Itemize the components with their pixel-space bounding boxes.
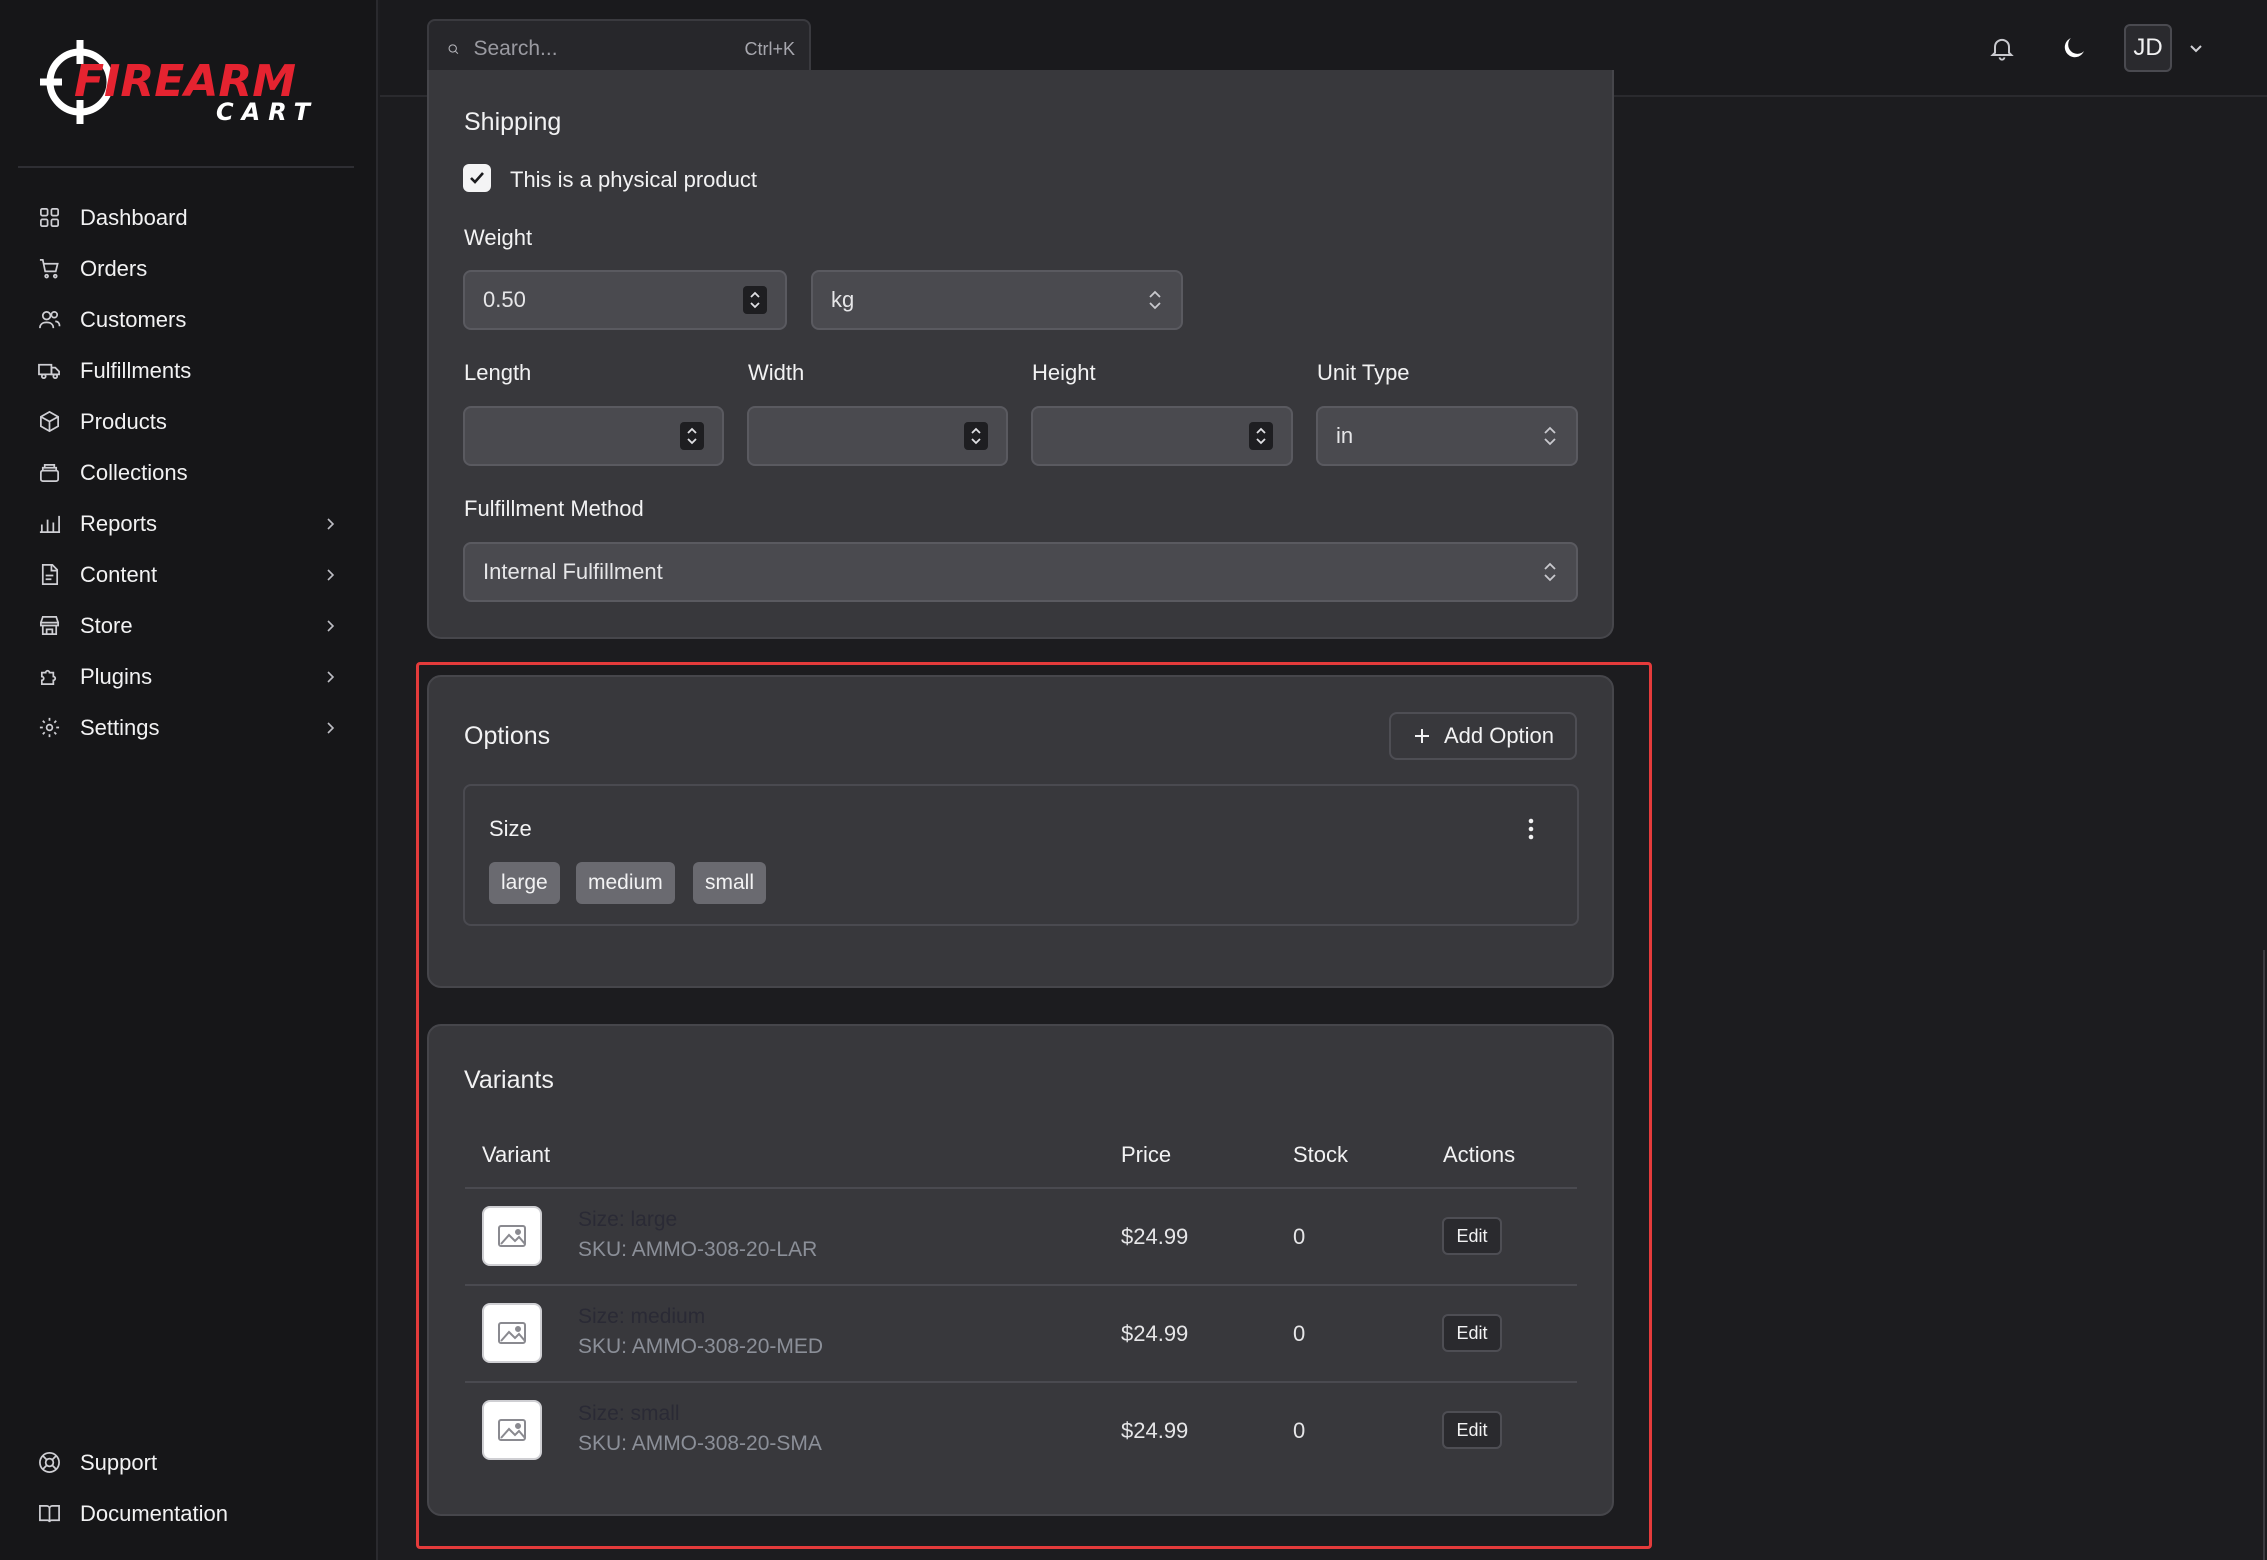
sidebar-item-label: Plugins bbox=[80, 663, 153, 689]
unit-type-label: Unit Type bbox=[1317, 360, 1410, 385]
users-icon bbox=[39, 310, 61, 329]
height-stepper[interactable] bbox=[1249, 422, 1273, 450]
sidebar-divider bbox=[18, 166, 354, 168]
secondary-nav: Support Documentation bbox=[18, 1437, 354, 1539]
width-stepper[interactable] bbox=[964, 422, 988, 450]
stepper-icon bbox=[971, 427, 981, 445]
lifebuoy-icon bbox=[39, 1452, 60, 1473]
height-input[interactable] bbox=[1031, 406, 1293, 466]
length-label: Length bbox=[464, 360, 532, 385]
sidebar-item-label: Orders bbox=[80, 255, 148, 281]
logo-word-bottom: CART bbox=[216, 98, 318, 126]
stepper-icon bbox=[750, 291, 760, 309]
layers-icon bbox=[40, 463, 59, 482]
cart-icon bbox=[39, 259, 59, 279]
sidebar-item-fulfillments[interactable]: Fulfillments bbox=[18, 345, 354, 396]
sidebar-item-content[interactable]: Content bbox=[18, 549, 354, 600]
stepper-icon bbox=[1256, 427, 1266, 445]
weight-input[interactable]: 0.50 bbox=[463, 270, 787, 330]
height-label: Height bbox=[1032, 360, 1096, 385]
selection-highlight bbox=[416, 662, 1652, 1549]
file-icon bbox=[41, 564, 59, 585]
weight-unit-select[interactable]: kg bbox=[811, 270, 1183, 330]
grid-icon bbox=[40, 208, 59, 227]
sidebar-item-reports[interactable]: Reports bbox=[18, 498, 354, 549]
search-shortcut: Ctrl+K bbox=[744, 38, 795, 59]
sidebar-item-collections[interactable]: Collections bbox=[18, 447, 354, 498]
weight-stepper[interactable] bbox=[743, 286, 767, 314]
sidebar: FIREARM CART Dashboard Orders Customers … bbox=[0, 0, 378, 1560]
sidebar-item-customers[interactable]: Customers bbox=[18, 294, 354, 345]
sidebar-item-plugins[interactable]: Plugins bbox=[18, 651, 354, 702]
stepper-icon bbox=[687, 427, 697, 445]
book-icon bbox=[39, 1504, 60, 1523]
chevron-down-icon[interactable] bbox=[2186, 38, 2206, 58]
sidebar-item-support[interactable]: Support bbox=[18, 1437, 354, 1488]
sidebar-item-label: Settings bbox=[80, 714, 160, 740]
bell-icon bbox=[1990, 38, 2014, 61]
puzzle-icon bbox=[40, 669, 57, 686]
moon-icon bbox=[2064, 38, 2084, 58]
fulfillment-method-value: Internal Fulfillment bbox=[483, 559, 663, 584]
sidebar-item-settings[interactable]: Settings bbox=[18, 702, 354, 753]
scrollbar-track[interactable] bbox=[2263, 950, 2265, 1560]
checkmark-icon bbox=[470, 172, 484, 184]
sidebar-item-documentation[interactable]: Documentation bbox=[18, 1488, 354, 1539]
store-icon bbox=[40, 616, 59, 635]
theme-toggle-button[interactable] bbox=[2056, 30, 2092, 66]
sidebar-item-store[interactable]: Store bbox=[18, 600, 354, 651]
sidebar-item-label: Store bbox=[80, 612, 133, 638]
sidebar-item-label: Reports bbox=[80, 510, 158, 536]
chevron-right-icon bbox=[327, 721, 335, 734]
fulfillment-method-label: Fulfillment Method bbox=[464, 496, 644, 521]
box-icon bbox=[40, 410, 59, 433]
sidebar-item-label: Collections bbox=[80, 459, 188, 485]
search-input[interactable] bbox=[473, 37, 745, 61]
sidebar-item-orders[interactable]: Orders bbox=[18, 243, 354, 294]
sidebar-item-label: Support bbox=[80, 1449, 158, 1475]
select-updown-icon bbox=[1544, 426, 1556, 446]
length-input[interactable] bbox=[463, 406, 724, 466]
sidebar-item-label: Dashboard bbox=[80, 204, 188, 230]
gear-icon bbox=[39, 717, 60, 738]
select-updown-icon bbox=[1149, 290, 1161, 310]
truck-icon bbox=[38, 363, 60, 380]
unit-type-value: in bbox=[1336, 423, 1354, 448]
weight-unit-value: kg bbox=[831, 287, 855, 312]
unit-type-select[interactable]: in bbox=[1316, 406, 1578, 466]
length-stepper[interactable] bbox=[680, 422, 704, 450]
sidebar-item-dashboard[interactable]: Dashboard bbox=[18, 192, 354, 243]
select-updown-icon bbox=[1544, 562, 1556, 582]
main-nav: Dashboard Orders Customers Fulfillments … bbox=[18, 192, 354, 753]
sidebar-item-label: Customers bbox=[80, 306, 187, 332]
chevron-right-icon bbox=[327, 670, 335, 683]
chevron-right-icon bbox=[327, 619, 335, 632]
notifications-button[interactable] bbox=[1984, 30, 2020, 66]
physical-product-label: This is a physical product bbox=[510, 167, 757, 192]
user-avatar[interactable]: JD bbox=[2124, 24, 2172, 72]
width-label: Width bbox=[748, 360, 805, 385]
fulfillment-method-select[interactable]: Internal Fulfillment bbox=[463, 542, 1578, 602]
physical-product-checkbox[interactable] bbox=[463, 164, 491, 192]
sidebar-item-products[interactable]: Products bbox=[18, 396, 354, 447]
sidebar-item-label: Fulfillments bbox=[80, 357, 192, 383]
chevron-right-icon bbox=[327, 517, 335, 530]
search-icon bbox=[448, 44, 459, 55]
firearm-cart-logo[interactable]: FIREARM CART bbox=[40, 34, 340, 130]
weight-value: 0.50 bbox=[483, 287, 526, 312]
weight-label: Weight bbox=[464, 225, 533, 250]
shipping-title: Shipping bbox=[464, 108, 562, 136]
chevron-right-icon bbox=[327, 568, 335, 581]
sidebar-item-label: Products bbox=[80, 408, 167, 434]
sidebar-item-label: Content bbox=[80, 561, 158, 587]
width-input[interactable] bbox=[747, 406, 1008, 466]
sidebar-item-label: Documentation bbox=[80, 1500, 228, 1526]
chart-icon bbox=[39, 515, 61, 533]
